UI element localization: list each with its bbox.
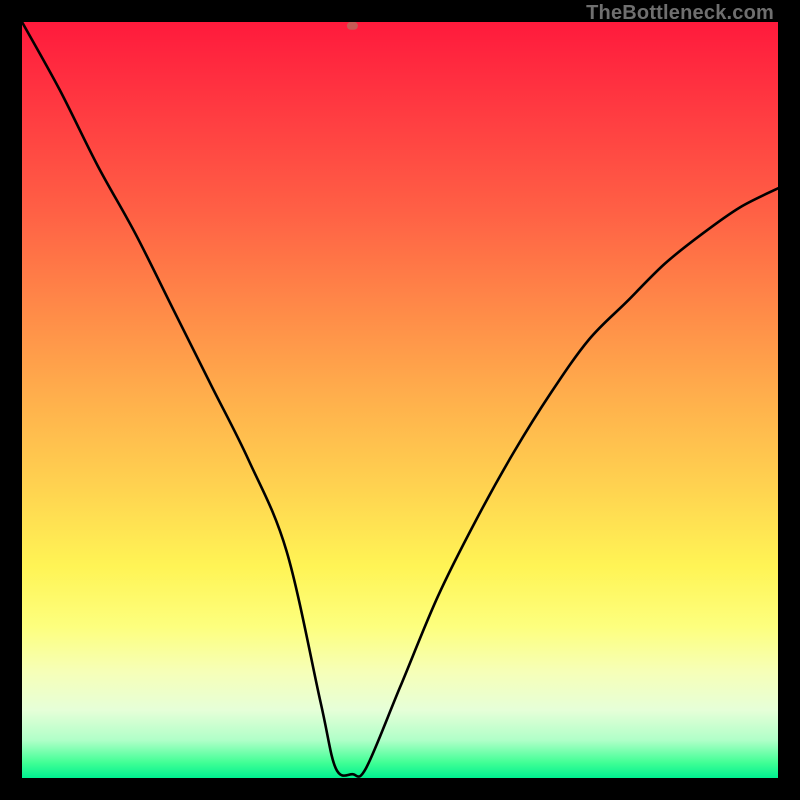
chart-frame bbox=[0, 0, 800, 800]
watermark-text: TheBottleneck.com bbox=[586, 2, 774, 25]
